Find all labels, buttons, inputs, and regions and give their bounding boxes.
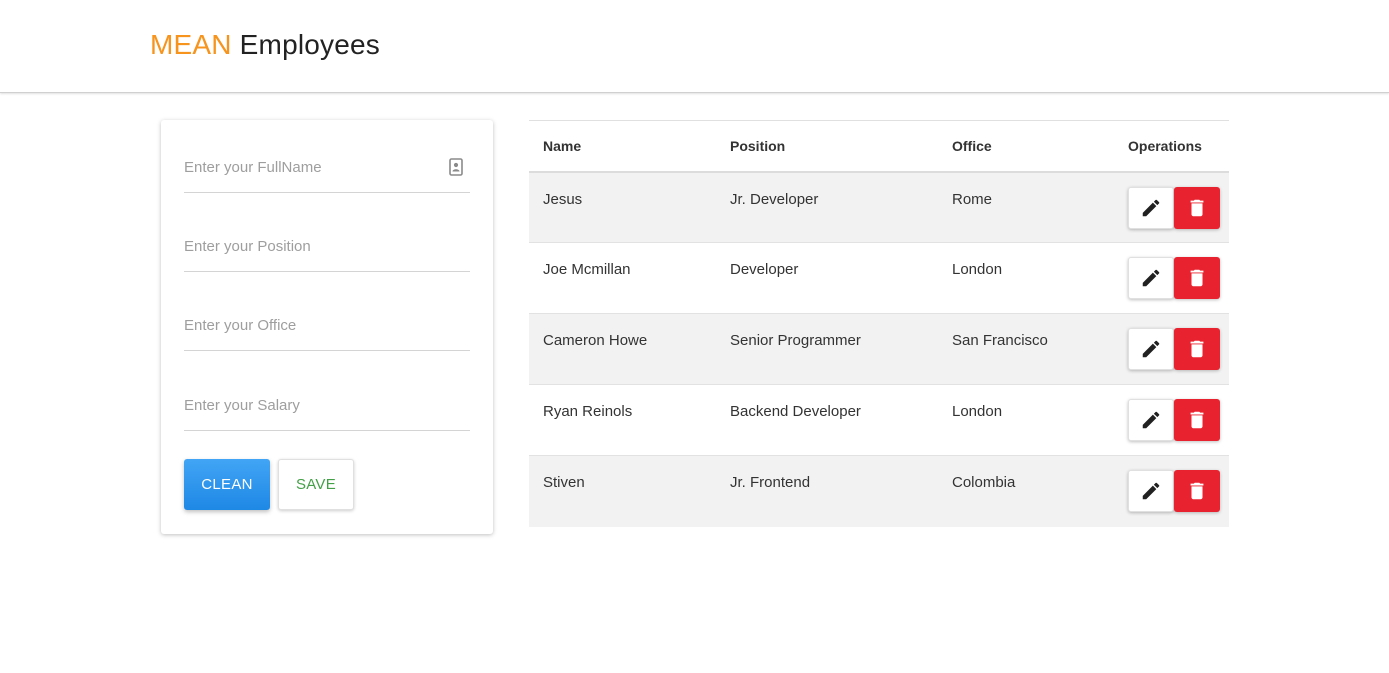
save-button[interactable]: Save xyxy=(278,459,354,510)
pencil-icon xyxy=(1142,340,1160,358)
table-row: Joe Mcmillan Developer London xyxy=(529,242,1229,314)
app-brand[interactable]: MEAN Employees xyxy=(150,28,380,62)
brand-title-text: Employees xyxy=(231,29,380,60)
cell-office: Rome xyxy=(952,190,993,208)
pencil-icon xyxy=(1142,411,1160,429)
cell-position: Developer xyxy=(730,261,799,278)
top-navbar: MEAN Employees xyxy=(0,0,1389,93)
edit-button[interactable] xyxy=(1128,328,1174,370)
cell-office: London xyxy=(952,403,1003,420)
delete-button[interactable] xyxy=(1174,186,1220,229)
position-field xyxy=(184,231,470,272)
employees-table-wrapper: Name Position Office Operations Jesus Jr… xyxy=(529,120,1229,527)
trash-icon xyxy=(1190,411,1204,429)
table-header-row: Name Position Office Operations xyxy=(529,120,1229,172)
fullname-input[interactable] xyxy=(184,152,434,182)
clean-button[interactable]: Clean xyxy=(184,459,270,510)
column-header-operations: Operations xyxy=(1128,137,1202,154)
edit-button[interactable] xyxy=(1128,257,1174,299)
delete-button[interactable] xyxy=(1174,257,1220,299)
cell-operations xyxy=(1114,243,1229,314)
trash-icon xyxy=(1190,269,1204,287)
cell-operations xyxy=(1114,385,1229,456)
cell-office: Colombia xyxy=(952,474,1016,491)
cell-name: Jesus xyxy=(543,190,583,208)
position-input[interactable] xyxy=(184,231,434,261)
column-header-name: Name xyxy=(543,137,582,154)
trash-icon xyxy=(1190,482,1204,500)
cell-position: Senior Programmer xyxy=(730,332,861,349)
employee-form-card: Clean Save xyxy=(161,120,493,534)
table-row: Stiven Jr. Frontend Colombia xyxy=(529,455,1229,527)
cell-name: Cameron Howe xyxy=(543,332,648,349)
employees-table: Name Position Office Operations Jesus Jr… xyxy=(529,120,1229,527)
cell-position: Backend Developer xyxy=(730,403,861,420)
fullname-field xyxy=(184,152,470,193)
table-row: Ryan Reinols Backend Developer London xyxy=(529,384,1229,456)
table-row: Jesus Jr. Developer Rome xyxy=(529,171,1229,243)
delete-button[interactable] xyxy=(1174,328,1220,370)
pencil-icon xyxy=(1142,199,1160,216)
cell-office: London xyxy=(952,261,1003,278)
table-row: Cameron Howe Senior Programmer San Franc… xyxy=(529,313,1229,385)
brand-accent-text: MEAN xyxy=(150,29,232,60)
cell-office: San Francisco xyxy=(952,332,1048,349)
cell-operations xyxy=(1114,314,1229,385)
column-header-position: Position xyxy=(730,137,786,154)
contact-card-icon xyxy=(449,158,463,176)
pencil-icon xyxy=(1142,269,1160,287)
edit-button[interactable] xyxy=(1128,186,1174,229)
cell-operations xyxy=(1114,172,1229,243)
edit-button[interactable] xyxy=(1128,399,1174,441)
pencil-icon xyxy=(1142,482,1160,500)
cell-position: Jr. Frontend xyxy=(730,474,811,491)
trash-icon xyxy=(1190,199,1204,216)
salary-field xyxy=(184,390,470,431)
office-field xyxy=(184,310,470,351)
cell-name: Stiven xyxy=(543,474,585,491)
office-input[interactable] xyxy=(184,310,434,340)
delete-button[interactable] xyxy=(1174,399,1220,441)
edit-button[interactable] xyxy=(1128,470,1174,512)
trash-icon xyxy=(1190,340,1204,358)
delete-button[interactable] xyxy=(1174,470,1220,512)
cell-name: Joe Mcmillan xyxy=(543,261,631,278)
cell-position: Jr. Developer xyxy=(730,190,819,208)
column-header-office: Office xyxy=(952,137,992,154)
cell-name: Ryan Reinols xyxy=(543,403,633,420)
salary-input[interactable] xyxy=(184,390,434,420)
cell-operations xyxy=(1114,456,1229,527)
